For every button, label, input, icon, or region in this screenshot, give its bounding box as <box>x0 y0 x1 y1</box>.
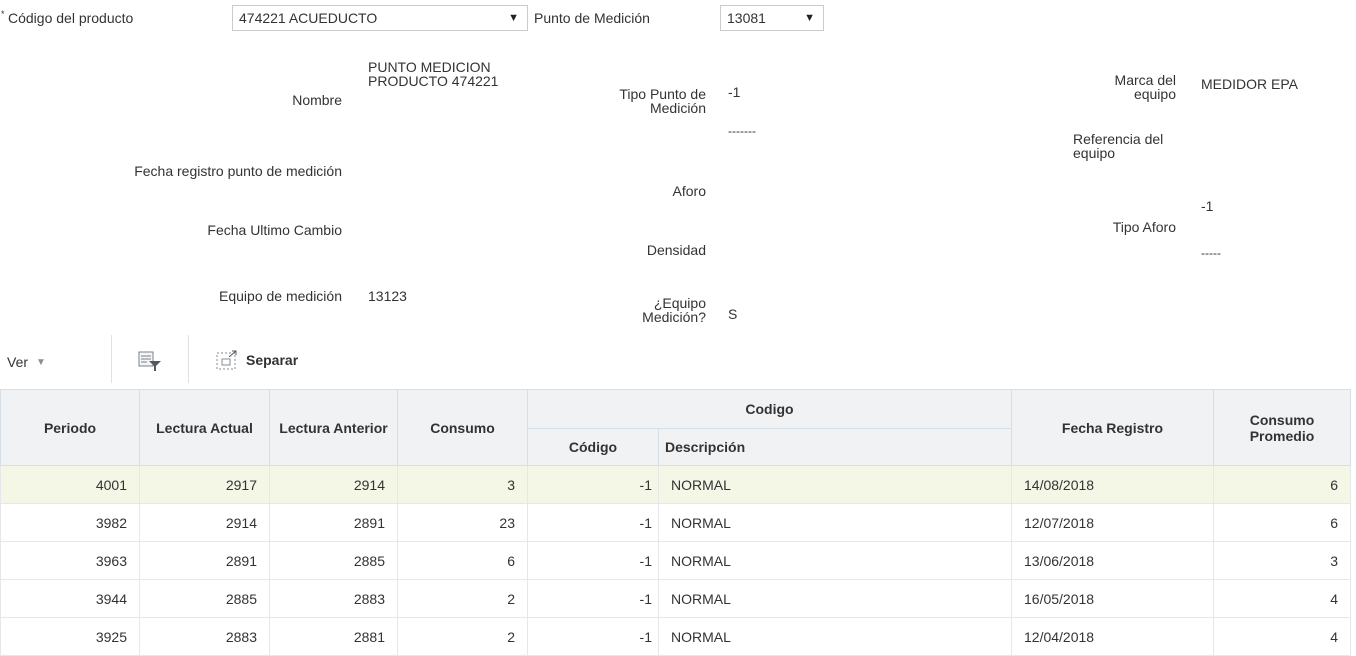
point-select[interactable]: 13081 ▼ <box>720 5 824 31</box>
cell-codigo: -1 <box>527 465 659 504</box>
cell-consumo: 23 <box>397 503 528 542</box>
cell-codigo: -1 <box>527 579 659 618</box>
cell-periodo: 3925 <box>0 617 140 656</box>
column-group-codigo: Codigo <box>527 389 1012 429</box>
query-by-example-button[interactable] <box>138 350 162 372</box>
column-header-lectura-anterior[interactable]: Lectura Anterior <box>269 389 398 466</box>
required-marker: * <box>1 9 5 19</box>
cell-descripcion: NORMAL <box>658 579 1012 618</box>
nombre-value: PUNTO MEDICION PRODUCTO 474221 <box>368 59 499 89</box>
marca-label: Marca del equipo <box>1114 72 1176 102</box>
cell-lectura-actual: 2917 <box>139 465 270 504</box>
equipo-medicion-question-value: S <box>728 306 738 322</box>
cell-lectura-actual: 2885 <box>139 579 270 618</box>
cell-fecha-registro: 14/08/2018 <box>1011 465 1214 504</box>
tipo-punto-value: -1 <box>728 84 741 100</box>
view-menu-label: Ver <box>7 354 29 370</box>
cell-periodo: 4001 <box>0 465 140 504</box>
cell-codigo: -1 <box>527 503 659 542</box>
cell-descripcion: NORMAL <box>658 503 1012 542</box>
tipo-aforo-label: Tipo Aforo <box>1112 219 1176 235</box>
product-select-value: 474221 ACUEDUCTO <box>239 10 378 26</box>
view-menu[interactable]: Ver ▼ <box>7 354 46 370</box>
cell-lectura-anterior: 2914 <box>269 465 398 504</box>
cell-fecha-registro: 12/07/2018 <box>1011 503 1214 542</box>
tipo-aforo-value: -1 <box>1201 198 1214 214</box>
tipo-aforo-desc: ----- <box>1201 246 1221 260</box>
product-select[interactable]: 474221 ACUEDUCTO ▼ <box>232 5 528 31</box>
cell-consumo-promedio: 6 <box>1213 503 1351 542</box>
cell-fecha-registro: 12/04/2018 <box>1011 617 1214 656</box>
cell-fecha-registro: 13/06/2018 <box>1011 541 1214 580</box>
chevron-down-icon: ▼ <box>508 12 519 24</box>
cell-consumo: 2 <box>397 617 528 656</box>
marca-value: MEDIDOR EPA <box>1201 76 1298 92</box>
cell-consumo-promedio: 4 <box>1213 617 1351 656</box>
toolbar-divider <box>188 335 189 383</box>
cell-periodo: 3982 <box>0 503 140 542</box>
cell-lectura-actual: 2883 <box>139 617 270 656</box>
column-header-descripcion[interactable]: Descripción <box>658 428 1012 466</box>
cell-descripcion: NORMAL <box>658 465 1012 504</box>
cell-lectura-anterior: 2885 <box>269 541 398 580</box>
cell-lectura-actual: 2914 <box>139 503 270 542</box>
cell-codigo: -1 <box>527 617 659 656</box>
point-select-value: 13081 <box>727 10 766 26</box>
table-row[interactable]: 3925 2883 2881 2 -1 NORMAL 12/04/2018 4 <box>0 617 1351 656</box>
cell-consumo: 2 <box>397 579 528 618</box>
cell-lectura-anterior: 2881 <box>269 617 398 656</box>
column-header-consumo[interactable]: Consumo <box>397 389 528 466</box>
referencia-label: Referencia del equipo <box>1073 131 1164 161</box>
densidad-label: Densidad <box>646 242 706 258</box>
nombre-label: Nombre <box>292 92 342 108</box>
toolbar-divider <box>111 335 112 383</box>
cell-consumo-promedio: 3 <box>1213 541 1351 580</box>
detach-button[interactable]: Separar <box>216 350 298 370</box>
detach-icon <box>216 350 237 370</box>
cell-consumo-promedio: 6 <box>1213 465 1351 504</box>
cell-codigo: -1 <box>527 541 659 580</box>
column-header-lectura-actual[interactable]: Lectura Actual <box>139 389 270 466</box>
table-row[interactable]: 3963 2891 2885 6 -1 NORMAL 13/06/2018 3 <box>0 541 1351 580</box>
fecha-cambio-label: Fecha Ultimo Cambio <box>207 222 342 238</box>
product-label: Código del producto <box>8 10 134 26</box>
equipo-value: 13123 <box>368 288 407 304</box>
table-row[interactable]: 3982 2914 2891 23 -1 NORMAL 12/07/2018 6 <box>0 503 1351 542</box>
tipo-punto-label: Tipo Punto de Medición <box>619 86 706 116</box>
chevron-down-icon: ▼ <box>804 12 815 24</box>
equipo-medicion-question-label: ¿Equipo Medición? <box>642 295 706 325</box>
cell-lectura-actual: 2891 <box>139 541 270 580</box>
readings-table: Periodo Lectura Actual Lectura Anterior … <box>0 389 1351 656</box>
equipo-label: Equipo de medición <box>219 288 342 304</box>
cell-periodo: 3944 <box>0 579 140 618</box>
chevron-down-icon: ▼ <box>36 356 46 368</box>
cell-lectura-anterior: 2891 <box>269 503 398 542</box>
column-header-fecha-registro[interactable]: Fecha Registro <box>1011 389 1214 466</box>
cell-consumo: 3 <box>397 465 528 504</box>
cell-lectura-anterior: 2883 <box>269 579 398 618</box>
cell-descripcion: NORMAL <box>658 617 1012 656</box>
cell-fecha-registro: 16/05/2018 <box>1011 579 1214 618</box>
cell-periodo: 3963 <box>0 541 140 580</box>
table-row[interactable]: 4001 2917 2914 3 -1 NORMAL 14/08/2018 6 <box>0 465 1351 504</box>
tipo-punto-desc: ------- <box>728 124 756 138</box>
cell-consumo: 6 <box>397 541 528 580</box>
column-header-codigo[interactable]: Código <box>527 428 659 466</box>
table-row[interactable]: 3944 2885 2883 2 -1 NORMAL 16/05/2018 4 <box>0 579 1351 618</box>
cell-descripcion: NORMAL <box>658 541 1012 580</box>
query-by-example-icon <box>138 351 161 371</box>
column-header-periodo[interactable]: Periodo <box>0 389 140 466</box>
point-label: Punto de Medición <box>534 10 650 26</box>
cell-consumo-promedio: 4 <box>1213 579 1351 618</box>
detach-label: Separar <box>246 352 299 368</box>
fecha-registro-label: Fecha registro punto de medición <box>134 163 342 179</box>
aforo-label: Aforo <box>672 183 706 199</box>
column-header-consumo-promedio[interactable]: Consumo Promedio <box>1213 389 1351 466</box>
